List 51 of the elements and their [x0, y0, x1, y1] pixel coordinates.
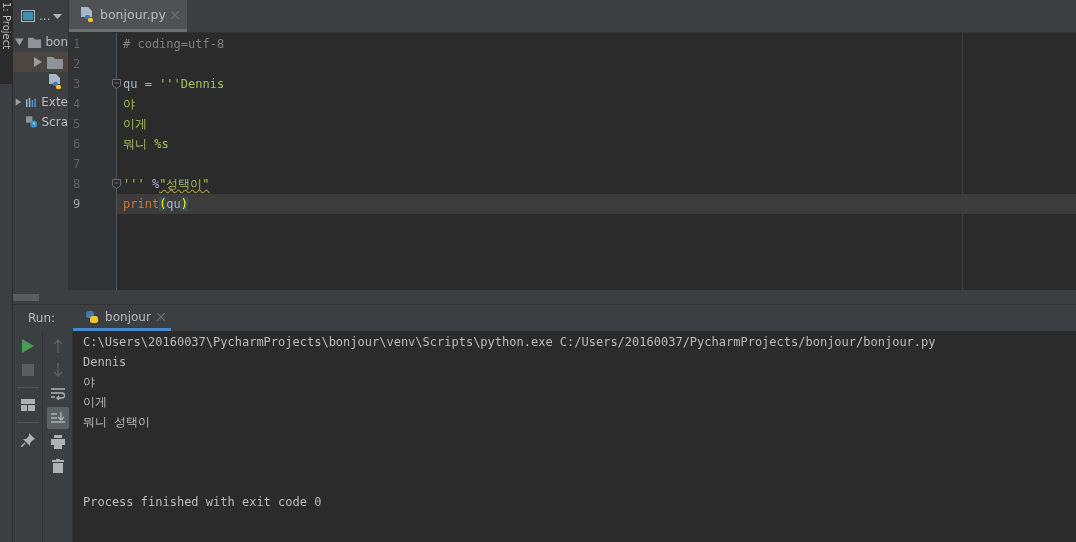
code-line: qu = '''Dennis [122, 76, 226, 93]
layout-icon [20, 399, 35, 411]
code-line: 이게 [122, 115, 148, 133]
close-icon[interactable] [156, 312, 165, 321]
tree-item[interactable]: Scra [13, 112, 68, 132]
console-line: 야 [83, 373, 95, 391]
tree-item[interactable] [13, 52, 68, 72]
run-label: Run: [27, 311, 57, 325]
code-line: # coding=utf-8 [122, 36, 226, 53]
console-line: 이게 [83, 393, 107, 411]
view-dropdown[interactable]: ... [39, 9, 63, 23]
tree-item[interactable]: Exte [13, 92, 68, 112]
print-icon [50, 435, 65, 449]
folder-icon [47, 55, 63, 69]
editor-tab[interactable]: bonjour.py [69, 0, 187, 32]
tree-item-label: Scra [41, 115, 68, 129]
stop-icon [21, 364, 34, 376]
line-number: 9 [73, 197, 81, 211]
fold-icon[interactable] [112, 179, 121, 189]
trash-icon [51, 459, 64, 473]
project-view-icon [21, 10, 35, 22]
fold-icon[interactable] [112, 79, 121, 89]
folder-icon [27, 35, 42, 49]
scroll-to-end-icon [50, 411, 65, 425]
scrollbar-thumb[interactable] [13, 293, 39, 301]
exit-message: Process finished with exit code 0 [83, 495, 322, 509]
code-line: 야 [122, 95, 136, 113]
libraries-icon [26, 95, 38, 109]
expanded-arrow-icon[interactable] [15, 37, 24, 47]
play-icon [21, 339, 34, 353]
tree-item-label: Exte [41, 95, 68, 109]
pin-icon [20, 433, 35, 447]
collapsed-arrow-icon[interactable] [15, 97, 22, 107]
tree-item-label: bon [45, 35, 68, 49]
down-arrow-icon [52, 363, 63, 377]
code-line: 뭐니 %s [122, 135, 170, 153]
python-file-icon [79, 6, 95, 23]
code-line: ''' %"성택이" [122, 175, 211, 193]
project-tool-tab[interactable]: 1: Project [0, 0, 12, 84]
command-line: C:\Users\20160037\PycharmProjects\bonjour\venv\Scripts\python.exe C:/Users/20160037/PycharmProjects/bonjour/bonjour.py [83, 335, 936, 349]
caret-icon [53, 13, 63, 19]
console-line: 뭐니 성택이 [83, 413, 151, 431]
collapsed-arrow-icon[interactable] [33, 57, 43, 67]
python-icon [85, 309, 100, 324]
scroll-end-button[interactable] [46, 407, 69, 429]
console-line: Dennis [83, 355, 127, 369]
python-file-icon [47, 74, 63, 90]
scratches-icon [26, 114, 38, 130]
up-arrow-icon [52, 339, 63, 353]
tree-item[interactable]: bon [13, 32, 68, 52]
soft-wrap-icon [50, 388, 65, 400]
